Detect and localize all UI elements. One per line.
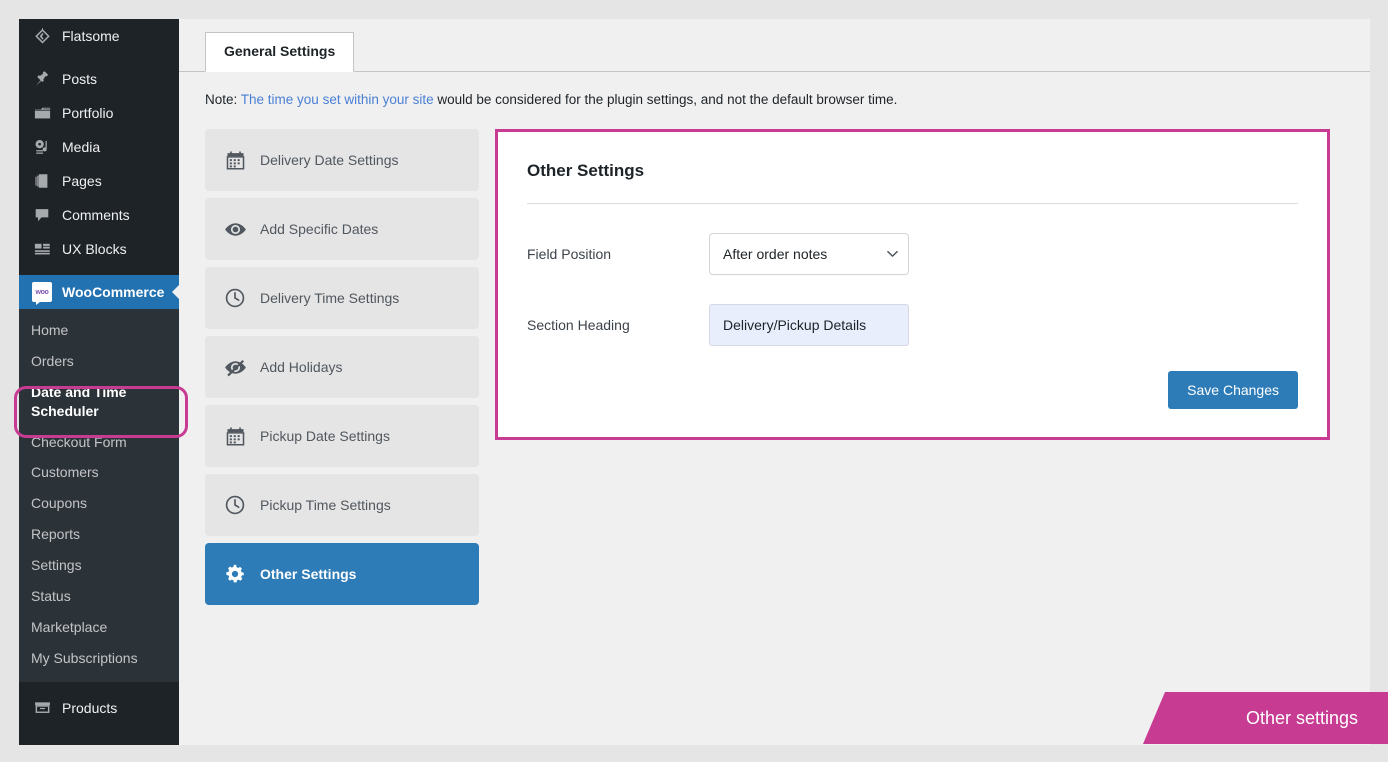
section-heading-input[interactable]: Delivery/Pickup Details — [709, 304, 909, 347]
note-link[interactable]: The time you set within your site — [241, 92, 434, 107]
sidebar-item-woocommerce[interactable]: woo WooCommerce — [19, 275, 179, 309]
settings-nav-label: Add Holidays — [260, 359, 343, 376]
field-position-select[interactable]: After order notes — [709, 233, 909, 276]
field-row-section-heading: Section Heading Delivery/Pickup Details — [527, 304, 1298, 347]
settings-nav-item-delivery-date-settings[interactable]: Delivery Date Settings — [205, 129, 479, 192]
panel-divider — [527, 203, 1298, 205]
submenu-item-checkout-form[interactable]: Checkout Form — [19, 427, 179, 458]
settings-nav-item-delivery-time-settings[interactable]: Delivery Time Settings — [205, 267, 479, 330]
tab-bar: General Settings — [179, 19, 1370, 72]
sidebar-item-portfolio[interactable]: Portfolio — [19, 96, 179, 130]
wp-admin-sidebar: Flatsome Posts Portfolio Media Pages Com… — [19, 19, 179, 745]
save-changes-button[interactable]: Save Changes — [1168, 371, 1298, 410]
callout-label: Other settings — [1245, 707, 1358, 728]
submenu-item-customers[interactable]: Customers — [19, 457, 179, 488]
section-heading-value: Delivery/Pickup Details — [723, 317, 867, 334]
sidebar-current-arrow — [172, 284, 179, 300]
sidebar-item-label: Pages — [62, 173, 102, 189]
panel-actions: Save Changes — [527, 371, 1298, 410]
products-box-icon — [31, 698, 53, 718]
settings-nav-label: Delivery Date Settings — [260, 152, 399, 169]
calendar-icon — [222, 423, 248, 449]
settings-nav-label: Delivery Time Settings — [260, 290, 400, 307]
other-settings-panel: Other Settings Field Position After orde… — [495, 129, 1330, 441]
note-suffix: would be considered for the plugin setti… — [433, 92, 898, 107]
sidebar-item-label: WooCommerce — [62, 284, 165, 300]
field-position-label: Field Position — [527, 246, 612, 263]
submenu-item-my-subscriptions[interactable]: My Subscriptions — [19, 643, 179, 674]
eye-slash-icon — [222, 354, 248, 380]
other-settings-callout-banner: Other settings — [1143, 692, 1388, 744]
woo-badge-text: woo — [35, 288, 49, 296]
sidebar-separator — [19, 53, 179, 62]
settings-nav-label: Other Settings — [260, 566, 357, 583]
sidebar-item-comments[interactable]: Comments — [19, 198, 179, 232]
settings-nav-label: Add Specific Dates — [260, 221, 379, 238]
sidebar-item-label: Media — [62, 139, 101, 155]
submenu-item-coupons[interactable]: Coupons — [19, 488, 179, 519]
blocks-icon — [31, 239, 53, 259]
settings-nav-label: Pickup Time Settings — [260, 497, 391, 514]
woocommerce-icon: woo — [31, 282, 53, 305]
sidebar-item-flatsome[interactable]: Flatsome — [19, 19, 179, 53]
sidebar-item-label: Posts — [62, 71, 98, 87]
gear-icon — [222, 561, 248, 587]
submenu-item-date-and-time-scheduler[interactable]: Date and Time Scheduler — [19, 377, 179, 427]
pin-icon — [31, 69, 53, 89]
sidebar-item-pages[interactable]: Pages — [19, 164, 179, 198]
settings-nav-item-add-holidays[interactable]: Add Holidays — [205, 336, 479, 399]
submenu-item-marketplace[interactable]: Marketplace — [19, 612, 179, 643]
flatsome-diamond-icon — [31, 26, 53, 46]
panel-title: Other Settings — [527, 161, 645, 181]
settings-nav: Delivery Date Settings Add Specific Date… — [205, 129, 479, 612]
sidebar-item-ux-blocks[interactable]: UX Blocks — [19, 232, 179, 266]
section-heading-label: Section Heading — [527, 317, 630, 334]
woo-badge: woo — [32, 282, 52, 305]
note-prefix: Note: — [205, 92, 241, 107]
submenu-item-status[interactable]: Status — [19, 581, 179, 612]
submenu-item-orders[interactable]: Orders — [19, 346, 179, 377]
clock-icon — [222, 492, 248, 518]
calendar-icon — [222, 147, 248, 173]
settings-nav-item-other-settings[interactable]: Other Settings — [205, 543, 479, 606]
sidebar-item-label: Portfolio — [62, 105, 114, 121]
settings-nav-item-pickup-date-settings[interactable]: Pickup Date Settings — [205, 405, 479, 468]
settings-nav-item-add-specific-dates[interactable]: Add Specific Dates — [205, 198, 479, 261]
submenu-item-reports[interactable]: Reports — [19, 519, 179, 550]
field-row-field-position: Field Position After order notes — [527, 233, 1298, 276]
sidebar-item-label: Comments — [62, 207, 130, 223]
folder-icon — [31, 103, 53, 123]
sidebar-item-label: Flatsome — [62, 28, 120, 44]
settings-nav-item-pickup-time-settings[interactable]: Pickup Time Settings — [205, 474, 479, 537]
settings-nav-label: Pickup Date Settings — [260, 428, 390, 445]
pages-icon — [31, 171, 53, 191]
sidebar-item-media[interactable]: Media — [19, 130, 179, 164]
media-icon — [31, 137, 53, 157]
note-text: Note: The time you set within your site … — [179, 72, 1370, 110]
eye-icon — [222, 216, 248, 242]
tab-general-settings[interactable]: General Settings — [205, 32, 355, 72]
content-area: General Settings Note: The time you set … — [179, 19, 1370, 745]
field-position-value: After order notes — [723, 246, 828, 263]
woocommerce-submenu: Home Orders Date and Time Scheduler Chec… — [19, 309, 179, 682]
sidebar-item-label: Products — [62, 699, 118, 716]
chevron-down-icon — [887, 250, 898, 259]
sidebar-separator — [19, 266, 179, 275]
submenu-item-home[interactable]: Home — [19, 315, 179, 346]
screen-root: Flatsome Posts Portfolio Media Pages Com… — [0, 0, 1388, 762]
submenu-item-settings[interactable]: Settings — [19, 550, 179, 581]
sidebar-separator — [19, 682, 179, 691]
settings-body: Delivery Date Settings Add Specific Date… — [179, 129, 1370, 612]
sidebar-item-label: UX Blocks — [62, 241, 127, 257]
sidebar-item-posts[interactable]: Posts — [19, 62, 179, 96]
sidebar-item-products[interactable]: Products — [19, 691, 179, 725]
comment-icon — [31, 205, 53, 225]
clock-icon — [222, 285, 248, 311]
